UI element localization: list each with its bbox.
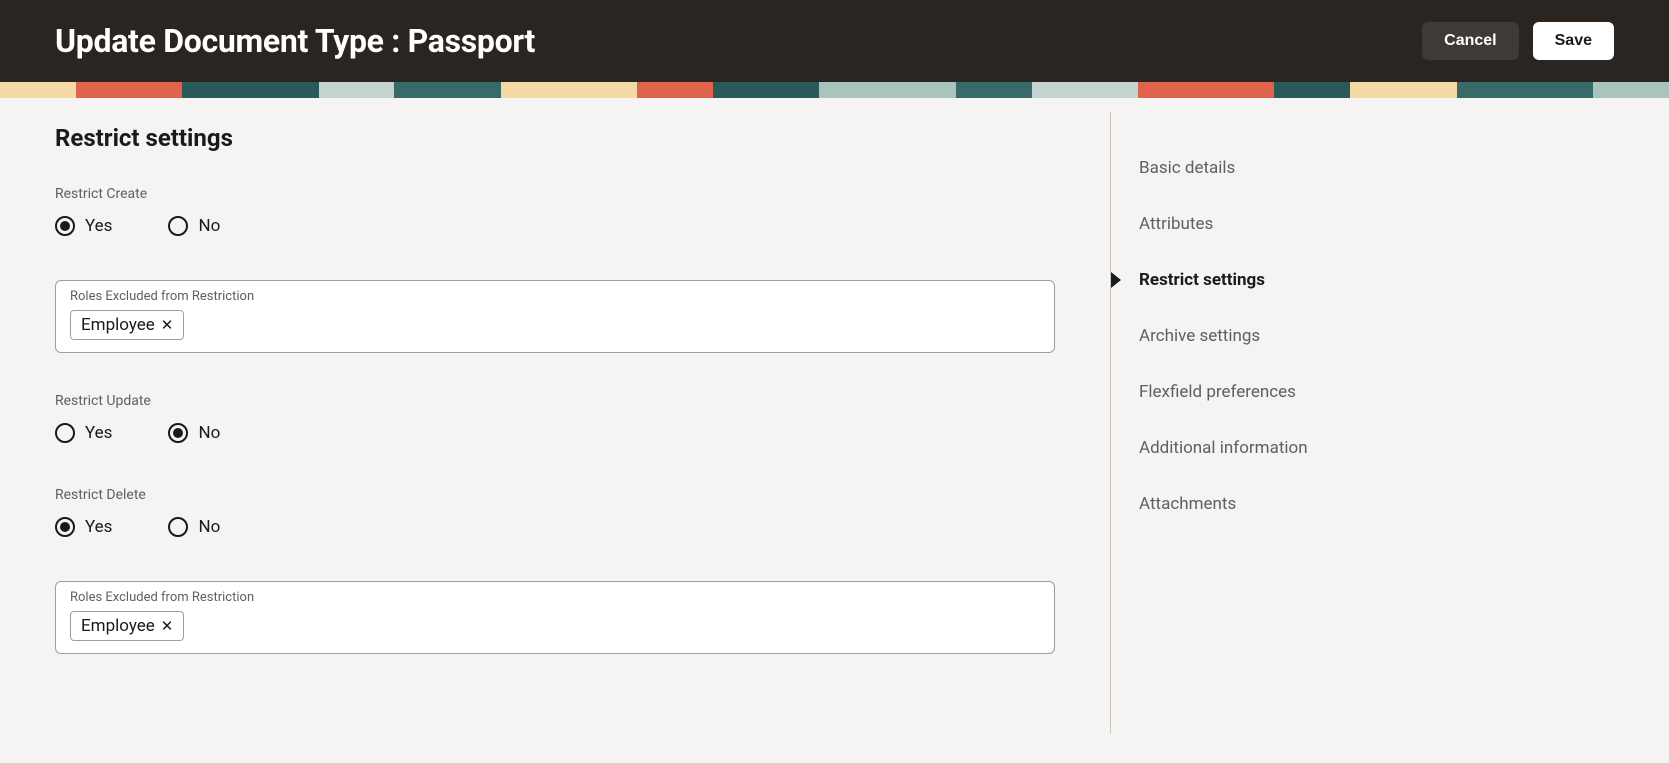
radio-icon (168, 423, 188, 443)
content-area: Restrict settings Restrict Create Yes No… (0, 98, 1669, 734)
page-header: Update Document Type : Passport Cancel S… (0, 0, 1669, 82)
roles-excluded-label: Roles Excluded from Restriction (70, 590, 1040, 605)
restrict-update-radios: Yes No (55, 423, 1055, 443)
chip-row: Employee ✕ (70, 611, 1040, 641)
chip-label: Employee (81, 616, 155, 636)
chip-row: Employee ✕ (70, 310, 1040, 340)
restrict-create-group: Restrict Create Yes No (55, 186, 1055, 236)
restrict-delete-label: Restrict Delete (55, 487, 1055, 503)
save-button[interactable]: Save (1533, 22, 1614, 60)
decorative-banner (0, 82, 1669, 98)
section-nav: Basic detailsAttributesRestrict settings… (1110, 112, 1530, 734)
page-title: Update Document Type : Passport (55, 22, 535, 60)
radio-label: No (198, 216, 220, 236)
restrict-update-no[interactable]: No (168, 423, 220, 443)
role-chip: Employee ✕ (70, 310, 184, 340)
radio-icon (55, 517, 75, 537)
nav-item-restrict-settings[interactable]: Restrict settings (1139, 252, 1530, 308)
main-panel: Restrict settings Restrict Create Yes No… (0, 98, 1110, 734)
nav-item-flexfield-preferences[interactable]: Flexfield preferences (1139, 364, 1530, 420)
roles-excluded-label: Roles Excluded from Restriction (70, 289, 1040, 304)
radio-label: No (198, 517, 220, 537)
radio-icon (168, 517, 188, 537)
radio-label: No (198, 423, 220, 443)
restrict-delete-radios: Yes No (55, 517, 1055, 537)
nav-item-archive-settings[interactable]: Archive settings (1139, 308, 1530, 364)
radio-icon (55, 423, 75, 443)
restrict-create-yes[interactable]: Yes (55, 216, 112, 236)
section-title: Restrict settings (55, 124, 1055, 152)
restrict-delete-group: Restrict Delete Yes No (55, 487, 1055, 537)
radio-label: Yes (85, 216, 112, 236)
radio-icon (55, 216, 75, 236)
nav-item-attachments[interactable]: Attachments (1139, 476, 1530, 532)
radio-label: Yes (85, 423, 112, 443)
restrict-update-yes[interactable]: Yes (55, 423, 112, 443)
restrict-delete-roles-input[interactable]: Roles Excluded from Restriction Employee… (55, 581, 1055, 654)
chip-label: Employee (81, 315, 155, 335)
role-chip: Employee ✕ (70, 611, 184, 641)
restrict-update-label: Restrict Update (55, 393, 1055, 409)
nav-item-additional-information[interactable]: Additional information (1139, 420, 1530, 476)
restrict-create-no[interactable]: No (168, 216, 220, 236)
cancel-button[interactable]: Cancel (1422, 22, 1518, 60)
restrict-create-radios: Yes No (55, 216, 1055, 236)
nav-item-attributes[interactable]: Attributes (1139, 196, 1530, 252)
restrict-delete-yes[interactable]: Yes (55, 517, 112, 537)
restrict-create-label: Restrict Create (55, 186, 1055, 202)
nav-item-basic-details[interactable]: Basic details (1139, 140, 1530, 196)
restrict-create-roles-input[interactable]: Roles Excluded from Restriction Employee… (55, 280, 1055, 353)
chip-remove-icon[interactable]: ✕ (161, 619, 174, 634)
chip-remove-icon[interactable]: ✕ (161, 318, 174, 333)
radio-label: Yes (85, 517, 112, 537)
restrict-update-group: Restrict Update Yes No (55, 393, 1055, 443)
radio-icon (168, 216, 188, 236)
header-actions: Cancel Save (1422, 22, 1614, 60)
restrict-delete-no[interactable]: No (168, 517, 220, 537)
